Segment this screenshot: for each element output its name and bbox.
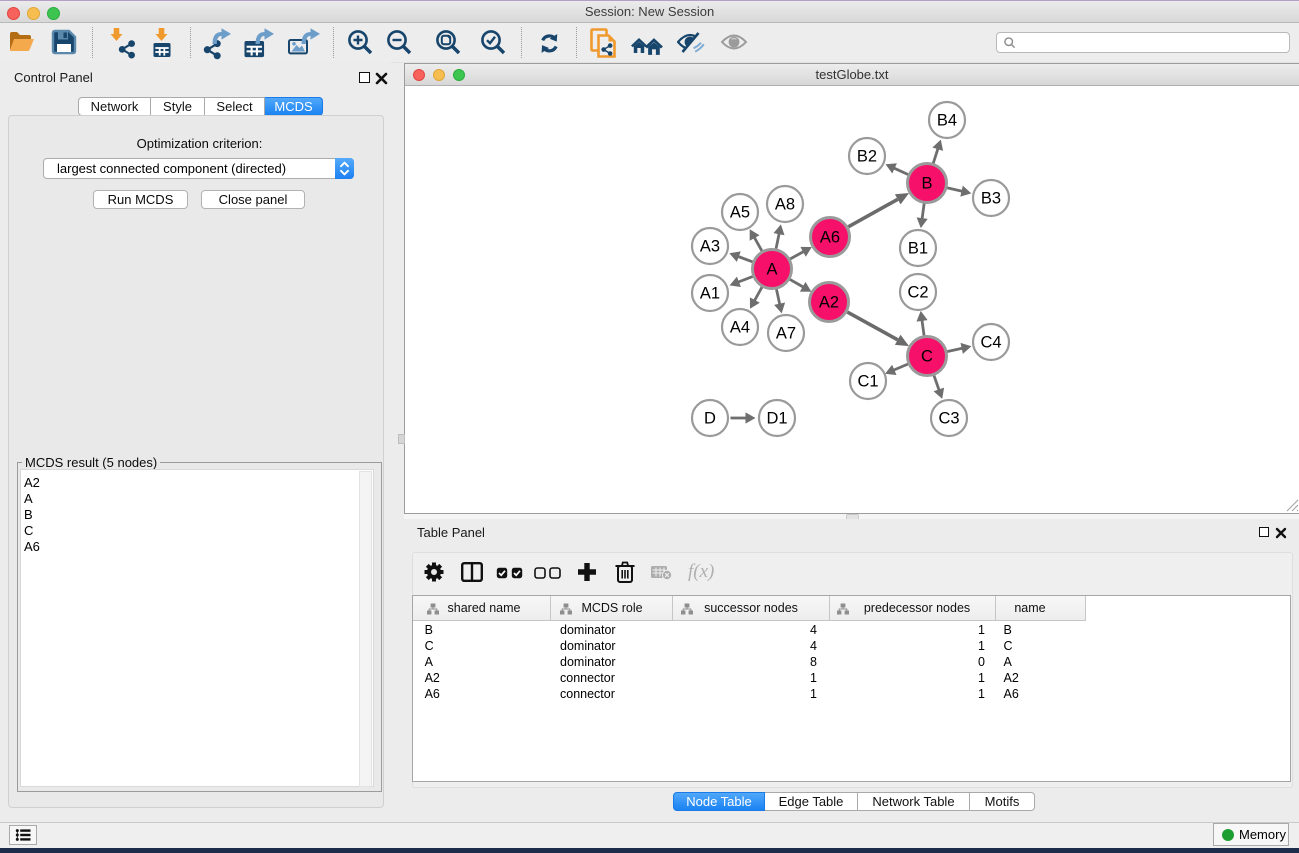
svg-text:B2: B2 xyxy=(857,148,877,166)
svg-text:A8: A8 xyxy=(775,196,795,214)
svg-text:B1: B1 xyxy=(908,240,928,258)
svg-text:C2: C2 xyxy=(907,284,928,302)
svg-text:C: C xyxy=(921,348,933,366)
svg-text:C1: C1 xyxy=(857,373,878,391)
svg-text:A7: A7 xyxy=(776,325,796,343)
svg-text:C3: C3 xyxy=(938,410,959,428)
svg-text:A1: A1 xyxy=(700,285,720,303)
svg-text:A6: A6 xyxy=(820,229,840,247)
svg-text:D1: D1 xyxy=(766,410,787,428)
svg-text:D: D xyxy=(704,410,716,428)
svg-text:A5: A5 xyxy=(730,204,750,222)
svg-text:B: B xyxy=(921,175,932,193)
svg-text:A4: A4 xyxy=(730,319,750,337)
svg-text:C4: C4 xyxy=(980,334,1001,352)
svg-text:A2: A2 xyxy=(819,294,839,312)
svg-text:A3: A3 xyxy=(700,238,720,256)
svg-text:B3: B3 xyxy=(981,190,1001,208)
svg-text:B4: B4 xyxy=(937,112,957,130)
svg-text:A: A xyxy=(766,261,777,279)
